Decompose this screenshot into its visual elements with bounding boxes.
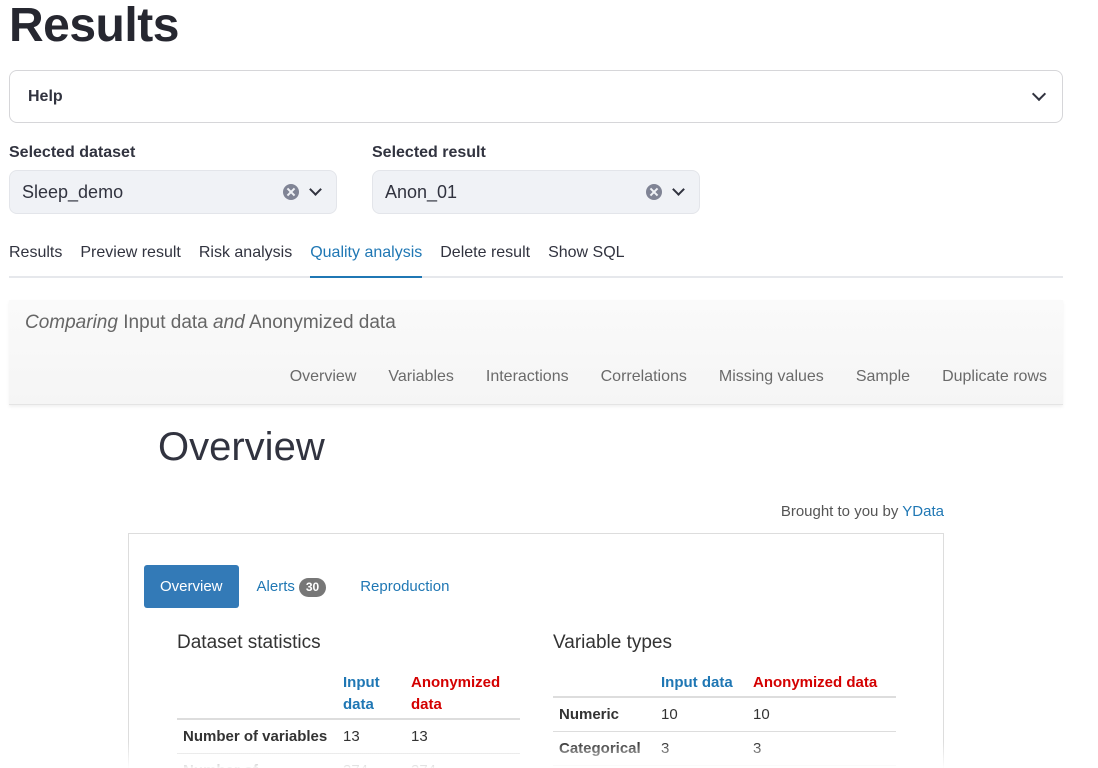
chevron-down-icon[interactable] <box>672 183 685 196</box>
pill-reproduction[interactable]: Reproduction <box>344 565 465 608</box>
ydata-link[interactable]: YData <box>902 503 944 520</box>
variable-types-table: Input data Anonymized data Numeric 10 10… <box>553 670 896 766</box>
help-expander[interactable]: Help <box>9 70 1063 123</box>
anon-name: Anonymized data <box>248 312 396 333</box>
row-label: Numeric <box>553 697 655 732</box>
input-value: 10 <box>655 697 747 732</box>
row-label: Categorical <box>553 731 655 766</box>
nav-variables[interactable]: Variables <box>388 368 454 386</box>
overview-panel: Overview Alerts 30 Reproduction Dataset s… <box>128 533 944 768</box>
variable-types-title: Variable types <box>553 632 672 653</box>
table-row: Number of variables 13 13 <box>177 719 520 754</box>
nav-duplicate-rows[interactable]: Duplicate rows <box>942 368 1047 386</box>
chevron-down-icon[interactable] <box>309 183 322 196</box>
result-select-label: Selected result <box>372 144 486 161</box>
overview-pills: Overview Alerts 30 Reproduction <box>144 565 467 608</box>
dataset-statistics-table: Input data Anonymized data Number of var… <box>177 670 520 768</box>
anon-value: 13 <box>405 719 520 754</box>
col-input-data: Input data <box>343 674 380 713</box>
row-label: Number of variables <box>177 719 337 754</box>
page-title: Results <box>9 0 179 52</box>
col-input-data: Input data <box>661 674 733 691</box>
clear-icon[interactable] <box>283 184 299 200</box>
dataset-select-value: Sleep_demo <box>22 181 124 202</box>
brought-by: Brought to you by YData <box>781 503 944 520</box>
col-anonymized-data: Anonymized data <box>411 674 501 713</box>
tab-results[interactable]: Results <box>9 232 62 278</box>
nav-sample[interactable]: Sample <box>856 368 910 386</box>
input-name: Input data <box>123 312 208 333</box>
input-value: 3 <box>655 731 747 766</box>
nav-correlations[interactable]: Correlations <box>601 368 687 386</box>
pill-alerts[interactable]: Alerts 30 <box>241 565 343 608</box>
clear-icon[interactable] <box>646 184 662 200</box>
comparison-title: Comparing Input data and Anonymized data <box>25 312 396 334</box>
table-row: Number of 374 374 <box>177 753 520 768</box>
report-header: Comparing Input data and Anonymized data… <box>9 300 1063 405</box>
dataset-statistics-title: Dataset statistics <box>177 632 321 653</box>
anon-value: 10 <box>747 697 896 732</box>
input-value: 374 <box>337 753 405 768</box>
nav-overview[interactable]: Overview <box>290 368 357 386</box>
nav-missing-values[interactable]: Missing values <box>719 368 824 386</box>
table-row: Numeric 10 10 <box>553 697 896 732</box>
result-tabs: Results Preview result Risk analysis Qua… <box>9 232 1063 278</box>
comparing-word: Comparing <box>25 312 118 333</box>
input-value: 13 <box>337 719 405 754</box>
report-nav: Overview Variables Interactions Correlat… <box>290 368 1047 386</box>
dataset-select[interactable]: Sleep_demo <box>9 170 337 214</box>
tab-quality-analysis[interactable]: Quality analysis <box>310 232 423 278</box>
and-word: and <box>213 312 245 333</box>
chevron-down-icon[interactable] <box>1031 86 1047 102</box>
tab-preview-result[interactable]: Preview result <box>80 232 180 278</box>
help-label: Help <box>28 87 63 105</box>
tab-show-sql[interactable]: Show SQL <box>548 232 624 278</box>
tab-risk-analysis[interactable]: Risk analysis <box>199 232 292 278</box>
dataset-select-label: Selected dataset <box>9 144 136 161</box>
anon-value: 374 <box>405 753 520 768</box>
anon-value: 3 <box>747 731 896 766</box>
col-anonymized-data: Anonymized data <box>753 674 878 691</box>
brought-prefix: Brought to you by <box>780 503 899 520</box>
result-select[interactable]: Anon_01 <box>372 170 700 214</box>
table-row: Categorical 3 3 <box>553 731 896 766</box>
tab-delete-result[interactable]: Delete result <box>440 232 530 278</box>
row-label: Number of <box>177 753 337 768</box>
pill-overview[interactable]: Overview <box>144 565 239 608</box>
alerts-label: Alerts <box>256 578 295 595</box>
result-select-value: Anon_01 <box>385 181 458 202</box>
nav-interactions[interactable]: Interactions <box>486 368 569 386</box>
alerts-count-badge: 30 <box>298 577 327 597</box>
table-header-empty <box>553 670 655 697</box>
overview-heading: Overview <box>158 425 325 469</box>
table-header-empty <box>177 670 337 719</box>
